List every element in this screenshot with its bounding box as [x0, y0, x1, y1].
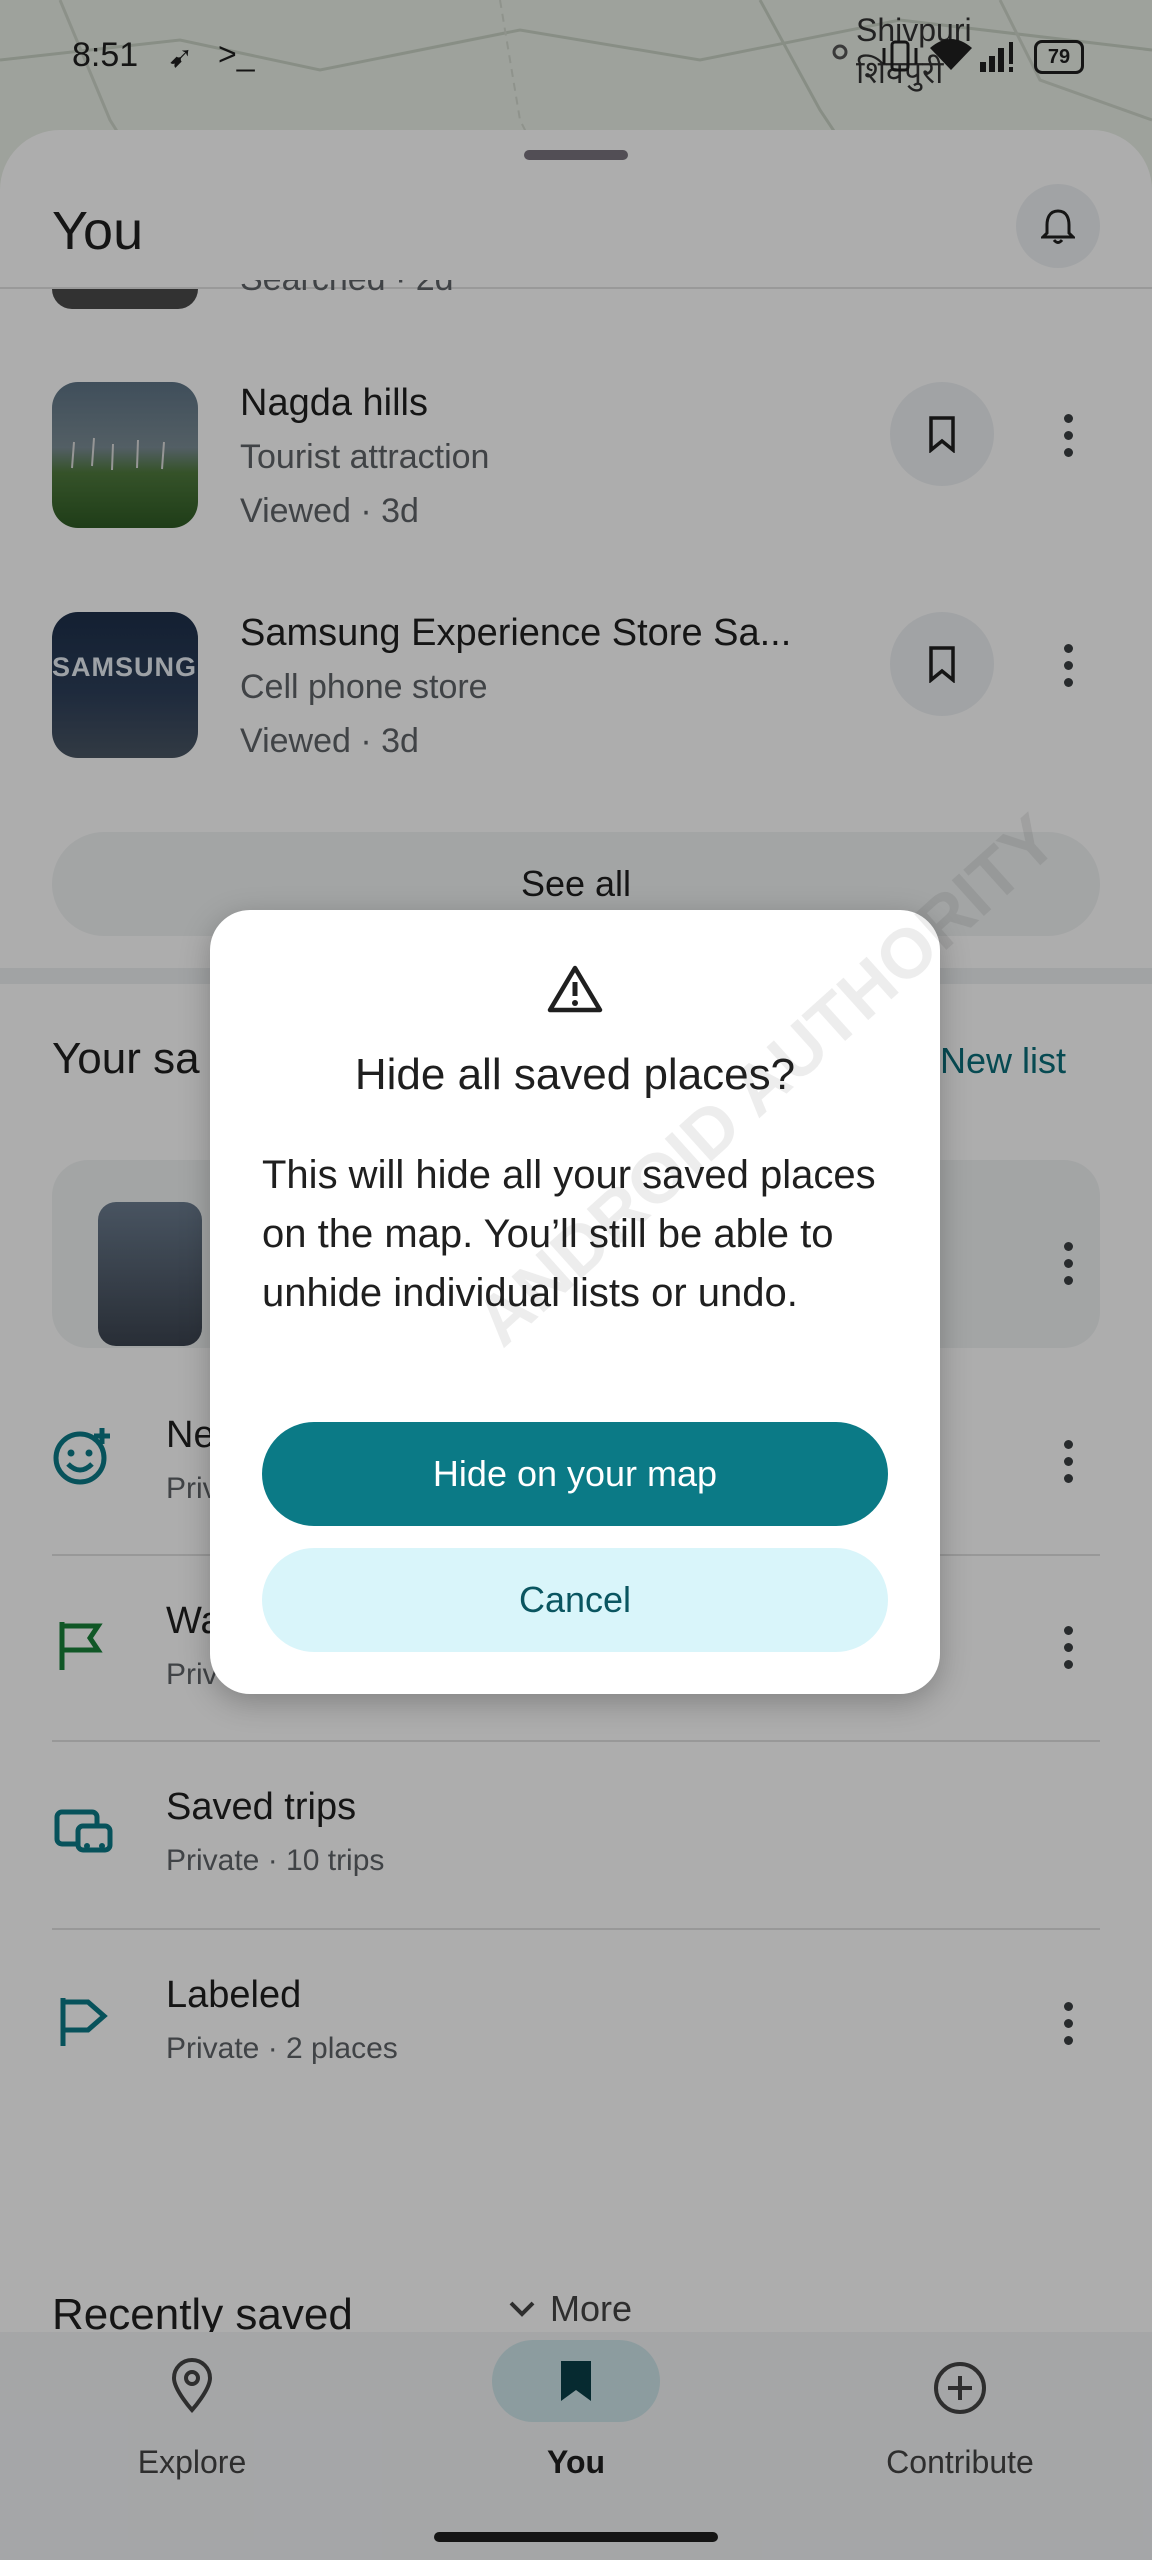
dialog-body: This will hide all your saved places on … — [262, 1153, 876, 1315]
hide-on-map-button[interactable]: Hide on your map — [262, 1422, 888, 1526]
warning-icon — [547, 965, 603, 1013]
cancel-button[interactable]: Cancel — [262, 1548, 888, 1652]
dialog-title: Hide all saved places? — [354, 1050, 796, 1099]
hide-saved-places-dialog: ANDROID AUTHORITY Hide all saved places?… — [210, 799, 1071, 1694]
